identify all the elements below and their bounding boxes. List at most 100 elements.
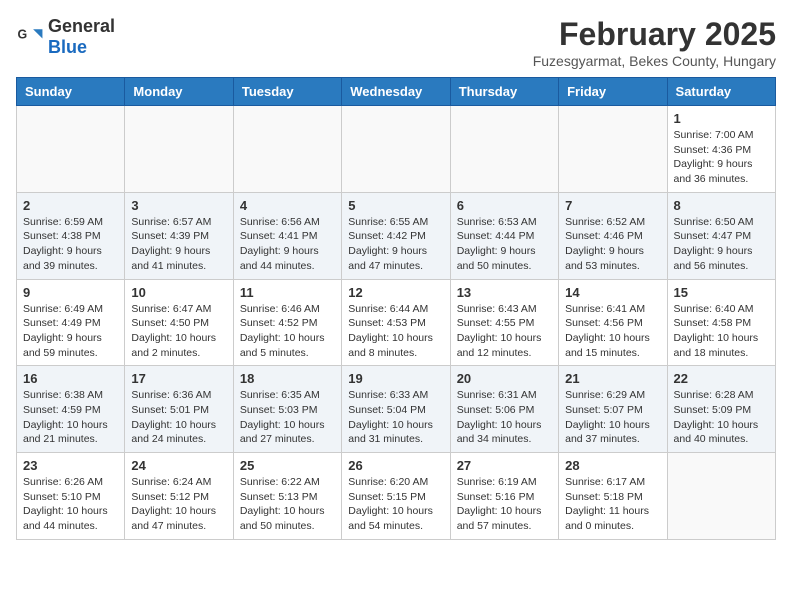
calendar-day-cell	[125, 106, 233, 193]
calendar-day-cell: 7 Sunrise: 6:52 AM Sunset: 4:46 PM Daylig…	[559, 192, 667, 279]
calendar-day-cell	[17, 106, 125, 193]
calendar-day-cell	[559, 106, 667, 193]
logo-text: General Blue	[48, 16, 115, 58]
calendar-day-cell: 10 Sunrise: 6:47 AM Sunset: 4:50 PM Dayli…	[125, 279, 233, 366]
calendar-week-row: 9 Sunrise: 6:49 AM Sunset: 4:49 PM Daylig…	[17, 279, 776, 366]
calendar-day-cell: 1 Sunrise: 7:00 AM Sunset: 4:36 PM Daylig…	[667, 106, 775, 193]
calendar-table: SundayMondayTuesdayWednesdayThursdayFrid…	[16, 77, 776, 540]
weekday-header-friday: Friday	[559, 78, 667, 106]
calendar-day-cell	[667, 453, 775, 540]
day-number: 8	[674, 198, 769, 213]
day-info: Sunrise: 6:26 AM Sunset: 5:10 PM Dayligh…	[23, 475, 118, 534]
calendar-day-cell: 8 Sunrise: 6:50 AM Sunset: 4:47 PM Daylig…	[667, 192, 775, 279]
calendar-day-cell: 2Sunrise: 6:59 AM Sunset: 4:38 PM Daylig…	[17, 192, 125, 279]
day-number: 19	[348, 371, 443, 386]
calendar-week-row: 23 Sunrise: 6:26 AM Sunset: 5:10 PM Dayli…	[17, 453, 776, 540]
calendar-day-cell: 27 Sunrise: 6:19 AM Sunset: 5:16 PM Dayli…	[450, 453, 558, 540]
day-number: 17	[131, 371, 226, 386]
calendar-day-cell	[233, 106, 341, 193]
day-info: Sunrise: 6:20 AM Sunset: 5:15 PM Dayligh…	[348, 475, 443, 534]
logo-blue: Blue	[48, 37, 87, 57]
day-info: Sunrise: 6:22 AM Sunset: 5:13 PM Dayligh…	[240, 475, 335, 534]
page-header: G General Blue February 2025 Fuzesgyarma…	[16, 16, 776, 69]
day-number: 15	[674, 285, 769, 300]
calendar-day-cell: 20 Sunrise: 6:31 AM Sunset: 5:06 PM Dayli…	[450, 366, 558, 453]
svg-text:G: G	[18, 28, 28, 42]
calendar-week-row: 1 Sunrise: 7:00 AM Sunset: 4:36 PM Daylig…	[17, 106, 776, 193]
day-info: Sunrise: 6:41 AM Sunset: 4:56 PM Dayligh…	[565, 302, 660, 361]
day-number: 18	[240, 371, 335, 386]
day-info: Sunrise: 6:24 AM Sunset: 5:12 PM Dayligh…	[131, 475, 226, 534]
day-number: 20	[457, 371, 552, 386]
day-number: 23	[23, 458, 118, 473]
logo-general: General	[48, 16, 115, 36]
weekday-header-sunday: Sunday	[17, 78, 125, 106]
day-number: 6	[457, 198, 552, 213]
title-area: February 2025 Fuzesgyarmat, Bekes County…	[533, 16, 776, 69]
day-number: 2	[23, 198, 118, 213]
day-info: Sunrise: 6:43 AM Sunset: 4:55 PM Dayligh…	[457, 302, 552, 361]
day-number: 16	[23, 371, 118, 386]
day-number: 24	[131, 458, 226, 473]
weekday-header-tuesday: Tuesday	[233, 78, 341, 106]
day-info: Sunrise: 6:40 AM Sunset: 4:58 PM Dayligh…	[674, 302, 769, 361]
calendar-day-cell: 11Sunrise: 6:46 AM Sunset: 4:52 PM Dayli…	[233, 279, 341, 366]
calendar-day-cell: 9 Sunrise: 6:49 AM Sunset: 4:49 PM Daylig…	[17, 279, 125, 366]
day-info: Sunrise: 6:47 AM Sunset: 4:50 PM Dayligh…	[131, 302, 226, 361]
calendar-day-cell: 5 Sunrise: 6:55 AM Sunset: 4:42 PM Daylig…	[342, 192, 450, 279]
day-number: 10	[131, 285, 226, 300]
calendar-day-cell: 23 Sunrise: 6:26 AM Sunset: 5:10 PM Dayli…	[17, 453, 125, 540]
location-subtitle: Fuzesgyarmat, Bekes County, Hungary	[533, 53, 776, 69]
day-info: Sunrise: 6:35 AM Sunset: 5:03 PM Dayligh…	[240, 388, 335, 447]
weekday-header-saturday: Saturday	[667, 78, 775, 106]
calendar-day-cell: 26Sunrise: 6:20 AM Sunset: 5:15 PM Dayli…	[342, 453, 450, 540]
day-info: Sunrise: 6:46 AM Sunset: 4:52 PM Dayligh…	[240, 302, 335, 361]
calendar-day-cell: 14 Sunrise: 6:41 AM Sunset: 4:56 PM Dayli…	[559, 279, 667, 366]
day-info: Sunrise: 6:28 AM Sunset: 5:09 PM Dayligh…	[674, 388, 769, 447]
day-info: Sunrise: 7:00 AM Sunset: 4:36 PM Dayligh…	[674, 128, 769, 187]
day-number: 25	[240, 458, 335, 473]
calendar-day-cell: 22 Sunrise: 6:28 AM Sunset: 5:09 PM Dayli…	[667, 366, 775, 453]
day-number: 14	[565, 285, 660, 300]
day-number: 4	[240, 198, 335, 213]
day-info: Sunrise: 6:57 AM Sunset: 4:39 PM Dayligh…	[131, 215, 226, 274]
calendar-day-cell: 18 Sunrise: 6:35 AM Sunset: 5:03 PM Dayli…	[233, 366, 341, 453]
day-info: Sunrise: 6:33 AM Sunset: 5:04 PM Dayligh…	[348, 388, 443, 447]
day-info: Sunrise: 6:49 AM Sunset: 4:49 PM Dayligh…	[23, 302, 118, 361]
day-number: 5	[348, 198, 443, 213]
day-number: 1	[674, 111, 769, 126]
day-info: Sunrise: 6:55 AM Sunset: 4:42 PM Dayligh…	[348, 215, 443, 274]
day-info: Sunrise: 6:44 AM Sunset: 4:53 PM Dayligh…	[348, 302, 443, 361]
calendar-day-cell: 13 Sunrise: 6:43 AM Sunset: 4:55 PM Dayli…	[450, 279, 558, 366]
calendar-day-cell: 16Sunrise: 6:38 AM Sunset: 4:59 PM Dayli…	[17, 366, 125, 453]
logo-icon: G	[16, 23, 44, 51]
calendar-day-cell: 19 Sunrise: 6:33 AM Sunset: 5:04 PM Dayli…	[342, 366, 450, 453]
day-number: 28	[565, 458, 660, 473]
day-info: Sunrise: 6:31 AM Sunset: 5:06 PM Dayligh…	[457, 388, 552, 447]
day-info: Sunrise: 6:17 AM Sunset: 5:18 PM Dayligh…	[565, 475, 660, 534]
weekday-header-wednesday: Wednesday	[342, 78, 450, 106]
day-number: 9	[23, 285, 118, 300]
day-info: Sunrise: 6:19 AM Sunset: 5:16 PM Dayligh…	[457, 475, 552, 534]
day-number: 7	[565, 198, 660, 213]
day-info: Sunrise: 6:53 AM Sunset: 4:44 PM Dayligh…	[457, 215, 552, 274]
calendar-day-cell: 4 Sunrise: 6:56 AM Sunset: 4:41 PM Daylig…	[233, 192, 341, 279]
logo: G General Blue	[16, 16, 115, 58]
month-title: February 2025	[533, 16, 776, 53]
day-info: Sunrise: 6:52 AM Sunset: 4:46 PM Dayligh…	[565, 215, 660, 274]
weekday-header-thursday: Thursday	[450, 78, 558, 106]
weekday-header-monday: Monday	[125, 78, 233, 106]
calendar-day-cell: 21Sunrise: 6:29 AM Sunset: 5:07 PM Dayli…	[559, 366, 667, 453]
calendar-day-cell: 17Sunrise: 6:36 AM Sunset: 5:01 PM Dayli…	[125, 366, 233, 453]
day-info: Sunrise: 6:29 AM Sunset: 5:07 PM Dayligh…	[565, 388, 660, 447]
day-info: Sunrise: 6:56 AM Sunset: 4:41 PM Dayligh…	[240, 215, 335, 274]
day-number: 22	[674, 371, 769, 386]
calendar-day-cell: 25 Sunrise: 6:22 AM Sunset: 5:13 PM Dayli…	[233, 453, 341, 540]
calendar-week-row: 2Sunrise: 6:59 AM Sunset: 4:38 PM Daylig…	[17, 192, 776, 279]
calendar-day-cell: 24 Sunrise: 6:24 AM Sunset: 5:12 PM Dayli…	[125, 453, 233, 540]
day-number: 27	[457, 458, 552, 473]
day-info: Sunrise: 6:50 AM Sunset: 4:47 PM Dayligh…	[674, 215, 769, 274]
calendar-day-cell	[342, 106, 450, 193]
calendar-day-cell: 28 Sunrise: 6:17 AM Sunset: 5:18 PM Dayli…	[559, 453, 667, 540]
day-number: 13	[457, 285, 552, 300]
